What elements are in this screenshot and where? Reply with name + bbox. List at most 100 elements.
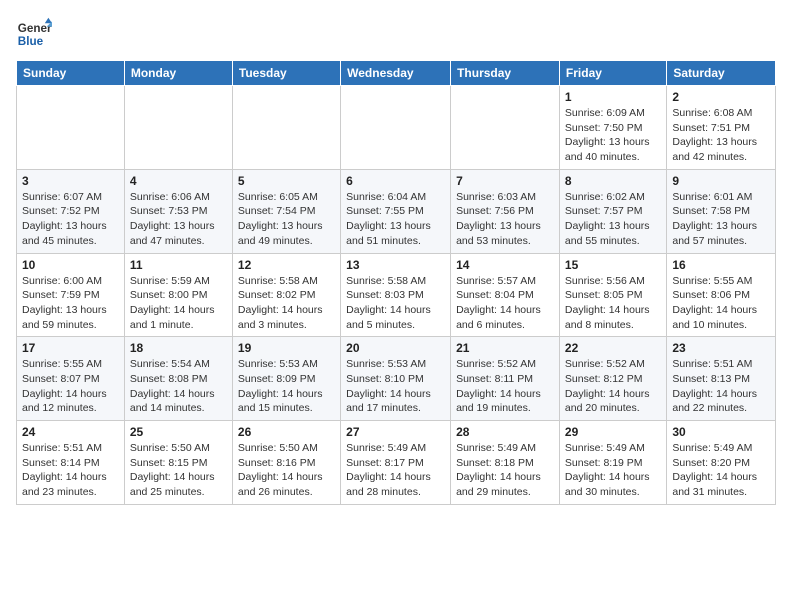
- calendar-cell: 19 Sunrise: 5:53 AM Sunset: 8:09 PM Dayli…: [232, 337, 340, 421]
- calendar-cell: [232, 86, 340, 170]
- day-detail: Sunrise: 6:06 AM Sunset: 7:53 PM Dayligh…: [130, 190, 227, 249]
- weekday-header: Saturday: [667, 61, 776, 86]
- calendar-cell: 25 Sunrise: 5:50 AM Sunset: 8:15 PM Dayli…: [124, 421, 232, 505]
- day-number: 15: [565, 258, 661, 272]
- day-detail: Sunrise: 5:52 AM Sunset: 8:11 PM Dayligh…: [456, 357, 554, 416]
- day-number: 14: [456, 258, 554, 272]
- calendar-cell: [451, 86, 560, 170]
- day-number: 28: [456, 425, 554, 439]
- day-number: 21: [456, 341, 554, 355]
- logo: General Blue: [16, 16, 52, 52]
- day-detail: Sunrise: 5:53 AM Sunset: 8:09 PM Dayligh…: [238, 357, 335, 416]
- day-detail: Sunrise: 6:08 AM Sunset: 7:51 PM Dayligh…: [672, 106, 770, 165]
- calendar-cell: 24 Sunrise: 5:51 AM Sunset: 8:14 PM Dayli…: [17, 421, 125, 505]
- weekday-header: Wednesday: [341, 61, 451, 86]
- weekday-header: Tuesday: [232, 61, 340, 86]
- calendar-week-row: 10 Sunrise: 6:00 AM Sunset: 7:59 PM Dayli…: [17, 253, 776, 337]
- calendar-cell: 20Sunrise: 5:53 AM Sunset: 8:10 PM Dayli…: [341, 337, 451, 421]
- calendar-cell: 22 Sunrise: 5:52 AM Sunset: 8:12 PM Dayli…: [559, 337, 666, 421]
- calendar-week-row: 24 Sunrise: 5:51 AM Sunset: 8:14 PM Dayli…: [17, 421, 776, 505]
- day-number: 22: [565, 341, 661, 355]
- weekday-header: Sunday: [17, 61, 125, 86]
- calendar-cell: 13Sunrise: 5:58 AM Sunset: 8:03 PM Dayli…: [341, 253, 451, 337]
- day-detail: Sunrise: 5:51 AM Sunset: 8:14 PM Dayligh…: [22, 441, 119, 500]
- calendar-table: SundayMondayTuesdayWednesdayThursdayFrid…: [16, 60, 776, 505]
- calendar-cell: 23Sunrise: 5:51 AM Sunset: 8:13 PM Dayli…: [667, 337, 776, 421]
- day-number: 1: [565, 90, 661, 104]
- calendar-week-row: 3 Sunrise: 6:07 AM Sunset: 7:52 PM Daylig…: [17, 169, 776, 253]
- day-detail: Sunrise: 5:49 AM Sunset: 8:18 PM Dayligh…: [456, 441, 554, 500]
- day-detail: Sunrise: 5:58 AM Sunset: 8:02 PM Dayligh…: [238, 274, 335, 333]
- weekday-header: Monday: [124, 61, 232, 86]
- calendar-cell: 11 Sunrise: 5:59 AM Sunset: 8:00 PM Dayli…: [124, 253, 232, 337]
- calendar-cell: 28 Sunrise: 5:49 AM Sunset: 8:18 PM Dayli…: [451, 421, 560, 505]
- day-number: 25: [130, 425, 227, 439]
- day-detail: Sunrise: 6:07 AM Sunset: 7:52 PM Dayligh…: [22, 190, 119, 249]
- calendar-cell: 27 Sunrise: 5:49 AM Sunset: 8:17 PM Dayli…: [341, 421, 451, 505]
- weekday-header: Thursday: [451, 61, 560, 86]
- svg-text:Blue: Blue: [18, 35, 44, 48]
- day-number: 16: [672, 258, 770, 272]
- day-detail: Sunrise: 5:49 AM Sunset: 8:20 PM Dayligh…: [672, 441, 770, 500]
- day-detail: Sunrise: 6:00 AM Sunset: 7:59 PM Dayligh…: [22, 274, 119, 333]
- calendar-cell: 18 Sunrise: 5:54 AM Sunset: 8:08 PM Dayli…: [124, 337, 232, 421]
- day-number: 3: [22, 174, 119, 188]
- day-detail: Sunrise: 5:54 AM Sunset: 8:08 PM Dayligh…: [130, 357, 227, 416]
- day-detail: Sunrise: 5:56 AM Sunset: 8:05 PM Dayligh…: [565, 274, 661, 333]
- day-number: 23: [672, 341, 770, 355]
- day-number: 11: [130, 258, 227, 272]
- day-number: 12: [238, 258, 335, 272]
- calendar-cell: 10 Sunrise: 6:00 AM Sunset: 7:59 PM Dayli…: [17, 253, 125, 337]
- day-number: 26: [238, 425, 335, 439]
- day-number: 24: [22, 425, 119, 439]
- day-number: 6: [346, 174, 445, 188]
- day-detail: Sunrise: 6:05 AM Sunset: 7:54 PM Dayligh…: [238, 190, 335, 249]
- calendar-cell: [341, 86, 451, 170]
- day-detail: Sunrise: 5:59 AM Sunset: 8:00 PM Dayligh…: [130, 274, 227, 333]
- day-number: 13: [346, 258, 445, 272]
- calendar-cell: 26Sunrise: 5:50 AM Sunset: 8:16 PM Dayli…: [232, 421, 340, 505]
- day-detail: Sunrise: 6:09 AM Sunset: 7:50 PM Dayligh…: [565, 106, 661, 165]
- calendar-cell: 1 Sunrise: 6:09 AM Sunset: 7:50 PM Daylig…: [559, 86, 666, 170]
- calendar-cell: 21 Sunrise: 5:52 AM Sunset: 8:11 PM Dayli…: [451, 337, 560, 421]
- day-number: 18: [130, 341, 227, 355]
- day-detail: Sunrise: 6:04 AM Sunset: 7:55 PM Dayligh…: [346, 190, 445, 249]
- calendar-cell: 15 Sunrise: 5:56 AM Sunset: 8:05 PM Dayli…: [559, 253, 666, 337]
- day-number: 17: [22, 341, 119, 355]
- day-detail: Sunrise: 5:55 AM Sunset: 8:07 PM Dayligh…: [22, 357, 119, 416]
- calendar-cell: [124, 86, 232, 170]
- calendar-cell: 17 Sunrise: 5:55 AM Sunset: 8:07 PM Dayli…: [17, 337, 125, 421]
- day-number: 7: [456, 174, 554, 188]
- day-detail: Sunrise: 5:55 AM Sunset: 8:06 PM Dayligh…: [672, 274, 770, 333]
- day-number: 29: [565, 425, 661, 439]
- calendar-cell: 5 Sunrise: 6:05 AM Sunset: 7:54 PM Daylig…: [232, 169, 340, 253]
- day-detail: Sunrise: 6:01 AM Sunset: 7:58 PM Dayligh…: [672, 190, 770, 249]
- calendar-cell: 3 Sunrise: 6:07 AM Sunset: 7:52 PM Daylig…: [17, 169, 125, 253]
- logo-icon: General Blue: [16, 16, 52, 52]
- calendar-cell: 12 Sunrise: 5:58 AM Sunset: 8:02 PM Dayli…: [232, 253, 340, 337]
- svg-text:General: General: [18, 22, 52, 35]
- day-detail: Sunrise: 5:52 AM Sunset: 8:12 PM Dayligh…: [565, 357, 661, 416]
- day-number: 4: [130, 174, 227, 188]
- page-header: General Blue: [16, 16, 776, 52]
- day-number: 27: [346, 425, 445, 439]
- calendar-week-row: 1 Sunrise: 6:09 AM Sunset: 7:50 PM Daylig…: [17, 86, 776, 170]
- weekday-header: Friday: [559, 61, 666, 86]
- day-detail: Sunrise: 5:49 AM Sunset: 8:17 PM Dayligh…: [346, 441, 445, 500]
- day-number: 5: [238, 174, 335, 188]
- day-detail: Sunrise: 5:49 AM Sunset: 8:19 PM Dayligh…: [565, 441, 661, 500]
- calendar-cell: 8 Sunrise: 6:02 AM Sunset: 7:57 PM Daylig…: [559, 169, 666, 253]
- calendar-cell: 2Sunrise: 6:08 AM Sunset: 7:51 PM Daylig…: [667, 86, 776, 170]
- day-number: 10: [22, 258, 119, 272]
- day-number: 8: [565, 174, 661, 188]
- day-detail: Sunrise: 5:50 AM Sunset: 8:15 PM Dayligh…: [130, 441, 227, 500]
- day-number: 30: [672, 425, 770, 439]
- calendar-cell: 29 Sunrise: 5:49 AM Sunset: 8:19 PM Dayli…: [559, 421, 666, 505]
- calendar-header-row: SundayMondayTuesdayWednesdayThursdayFrid…: [17, 61, 776, 86]
- day-detail: Sunrise: 6:02 AM Sunset: 7:57 PM Dayligh…: [565, 190, 661, 249]
- calendar-cell: 30 Sunrise: 5:49 AM Sunset: 8:20 PM Dayli…: [667, 421, 776, 505]
- day-number: 19: [238, 341, 335, 355]
- day-number: 20: [346, 341, 445, 355]
- calendar-cell: 16 Sunrise: 5:55 AM Sunset: 8:06 PM Dayli…: [667, 253, 776, 337]
- calendar-cell: 7Sunrise: 6:03 AM Sunset: 7:56 PM Daylig…: [451, 169, 560, 253]
